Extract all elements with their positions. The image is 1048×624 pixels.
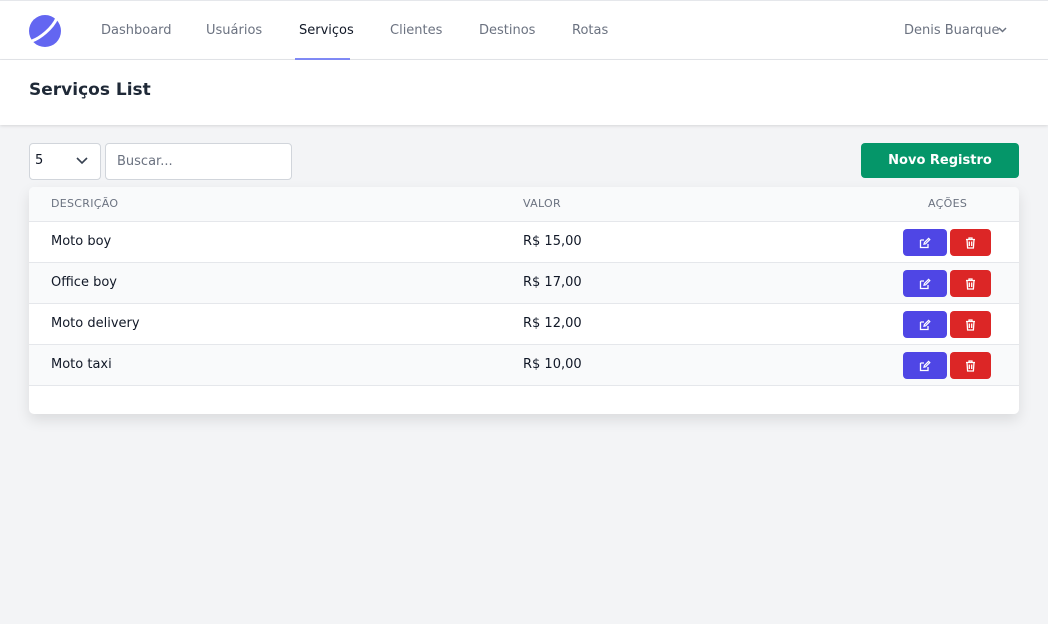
- cell-valor: R$ 12,00: [523, 316, 582, 331]
- column-header-valor: VALOR: [523, 197, 561, 210]
- delete-button[interactable]: [950, 270, 991, 297]
- page-title: Serviços List: [29, 80, 151, 100]
- trash-icon: [966, 277, 975, 290]
- trash-icon: [966, 359, 975, 372]
- top-navbar: Dashboard Usuários Serviços Clientes Des…: [0, 0, 1048, 60]
- cell-valor: R$ 15,00: [523, 234, 582, 249]
- cell-valor: R$ 10,00: [523, 357, 582, 372]
- brand-logo-icon[interactable]: [28, 14, 62, 48]
- table-row: Moto taxi R$ 10,00: [29, 345, 1019, 386]
- cell-descricao: Moto delivery: [51, 316, 140, 331]
- column-header-descricao: DESCRIÇÃO: [51, 197, 119, 210]
- trash-icon: [966, 318, 975, 331]
- table-row: Office boy R$ 17,00: [29, 263, 1019, 304]
- user-name: Denis Buarque: [904, 23, 1000, 38]
- table-header: DESCRIÇÃO VALOR AÇÕES: [29, 187, 1019, 222]
- nav-servicos[interactable]: Serviços: [299, 1, 354, 60]
- delete-button[interactable]: [950, 229, 991, 256]
- cell-valor: R$ 17,00: [523, 275, 582, 290]
- services-table: DESCRIÇÃO VALOR AÇÕES Moto boy R$ 15,00 …: [29, 187, 1019, 414]
- per-page-select[interactable]: 5: [29, 143, 101, 180]
- edit-button[interactable]: [903, 229, 947, 256]
- delete-button[interactable]: [950, 311, 991, 338]
- nav-dashboard[interactable]: Dashboard: [101, 1, 172, 60]
- nav-clientes[interactable]: Clientes: [390, 1, 442, 60]
- edit-icon: [919, 278, 931, 289]
- chevron-down-icon: [998, 27, 1007, 33]
- table-row: Moto boy R$ 15,00: [29, 222, 1019, 263]
- nav-rotas[interactable]: Rotas: [572, 1, 608, 60]
- cell-descricao: Moto taxi: [51, 357, 112, 372]
- page-header: Serviços List: [0, 60, 1048, 125]
- cell-descricao: Moto boy: [51, 234, 112, 249]
- edit-icon: [919, 319, 931, 330]
- search-input[interactable]: [105, 143, 292, 180]
- delete-button[interactable]: [950, 352, 991, 379]
- trash-icon: [966, 236, 975, 249]
- user-menu[interactable]: Denis Buarque: [904, 1, 1007, 60]
- per-page-value: 5: [35, 153, 44, 168]
- cell-descricao: Office boy: [51, 275, 117, 290]
- edit-icon: [919, 360, 931, 371]
- table-row: Moto delivery R$ 12,00: [29, 304, 1019, 345]
- edit-button[interactable]: [903, 270, 947, 297]
- nav-destinos[interactable]: Destinos: [479, 1, 535, 60]
- nav-usuarios[interactable]: Usuários: [206, 1, 262, 60]
- edit-button[interactable]: [903, 352, 947, 379]
- new-record-button[interactable]: Novo Registro: [861, 143, 1019, 178]
- chevron-down-icon: [76, 157, 88, 165]
- column-header-acoes: AÇÕES: [928, 197, 968, 210]
- edit-button[interactable]: [903, 311, 947, 338]
- edit-icon: [919, 237, 931, 248]
